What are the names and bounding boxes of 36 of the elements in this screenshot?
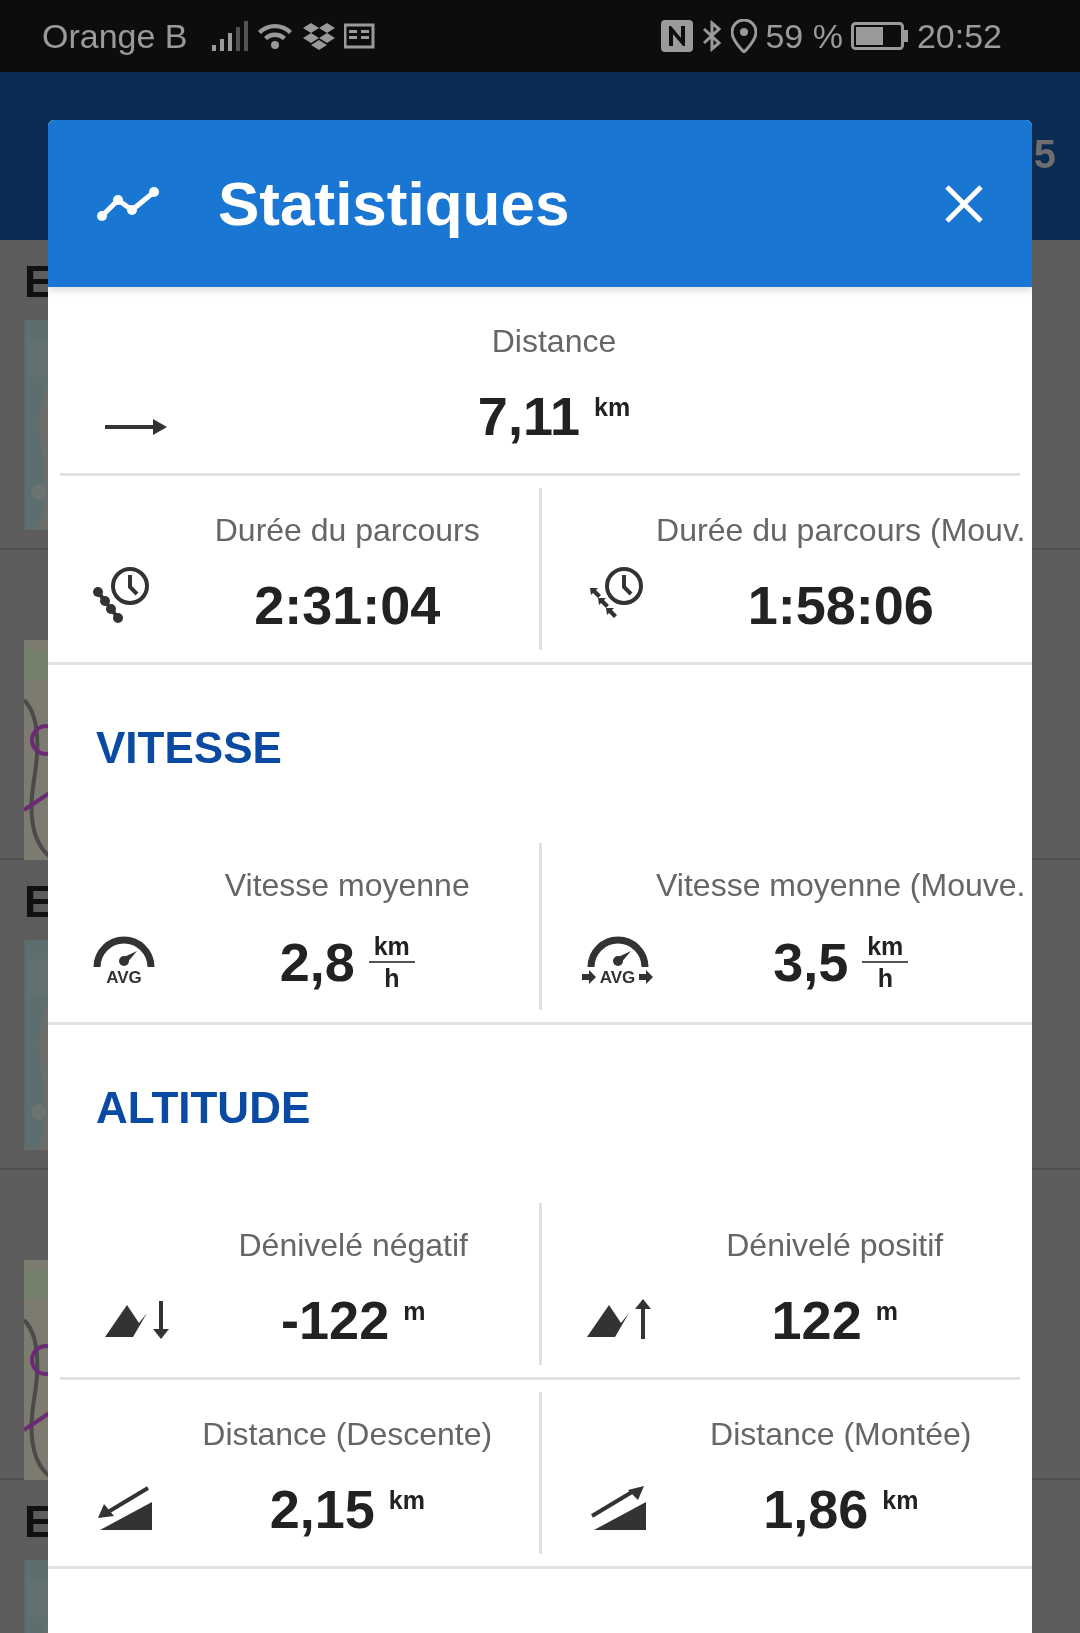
stat-value: 7,11 — [477, 389, 580, 443]
unit-label: h — [877, 965, 893, 992]
stat-value: 2:31:04 — [254, 578, 441, 632]
stat-value: 3,5 — [773, 935, 849, 990]
section-heading: ALTITUDE — [95, 1081, 312, 1134]
dialog-title: Statistiques — [218, 168, 570, 240]
battery-percent: 59 % — [765, 15, 843, 57]
icon-label: AVG — [599, 968, 636, 986]
stat-value: 2,15 — [269, 1481, 375, 1536]
clock-time: 20:52 — [916, 15, 1002, 57]
stat-label: Dénivelé négatif — [238, 1225, 468, 1265]
stat-value: 122 — [771, 1292, 862, 1347]
carrier-name: Orange B — [42, 15, 188, 57]
icon-label: AVG — [106, 968, 142, 986]
stat-label: Vitesse moyenne (Mouve. — [656, 866, 1026, 905]
unit-label: km — [373, 933, 410, 960]
stat-value: -122 — [281, 1292, 390, 1347]
stat-label: Durée du parcours — [214, 511, 480, 550]
unit-label: km — [882, 1484, 919, 1516]
stat-label: Durée du parcours (Mouv. — [656, 511, 1026, 550]
section-heading: VITESSE — [95, 722, 283, 774]
stat-value: 1:58:06 — [747, 578, 934, 632]
stat-value: 2,8 — [279, 935, 355, 990]
unit-label: km — [867, 933, 904, 960]
unit-label: km — [388, 1484, 425, 1516]
header-text: 5 — [1033, 131, 1056, 178]
stat-label: Distance (Descente) — [202, 1414, 493, 1454]
unit-label: h — [384, 965, 400, 992]
stat-label: Vitesse moyenne — [224, 866, 470, 905]
unit-label: m — [875, 1295, 898, 1327]
unit-label: m — [403, 1295, 426, 1327]
stat-label: Distance (Montée) — [710, 1414, 972, 1454]
stat-value: 1,86 — [763, 1481, 869, 1536]
stat-label: Dénivelé positif — [726, 1225, 944, 1265]
stat-label: Distance — [491, 322, 617, 361]
unit-label: km — [594, 392, 631, 423]
